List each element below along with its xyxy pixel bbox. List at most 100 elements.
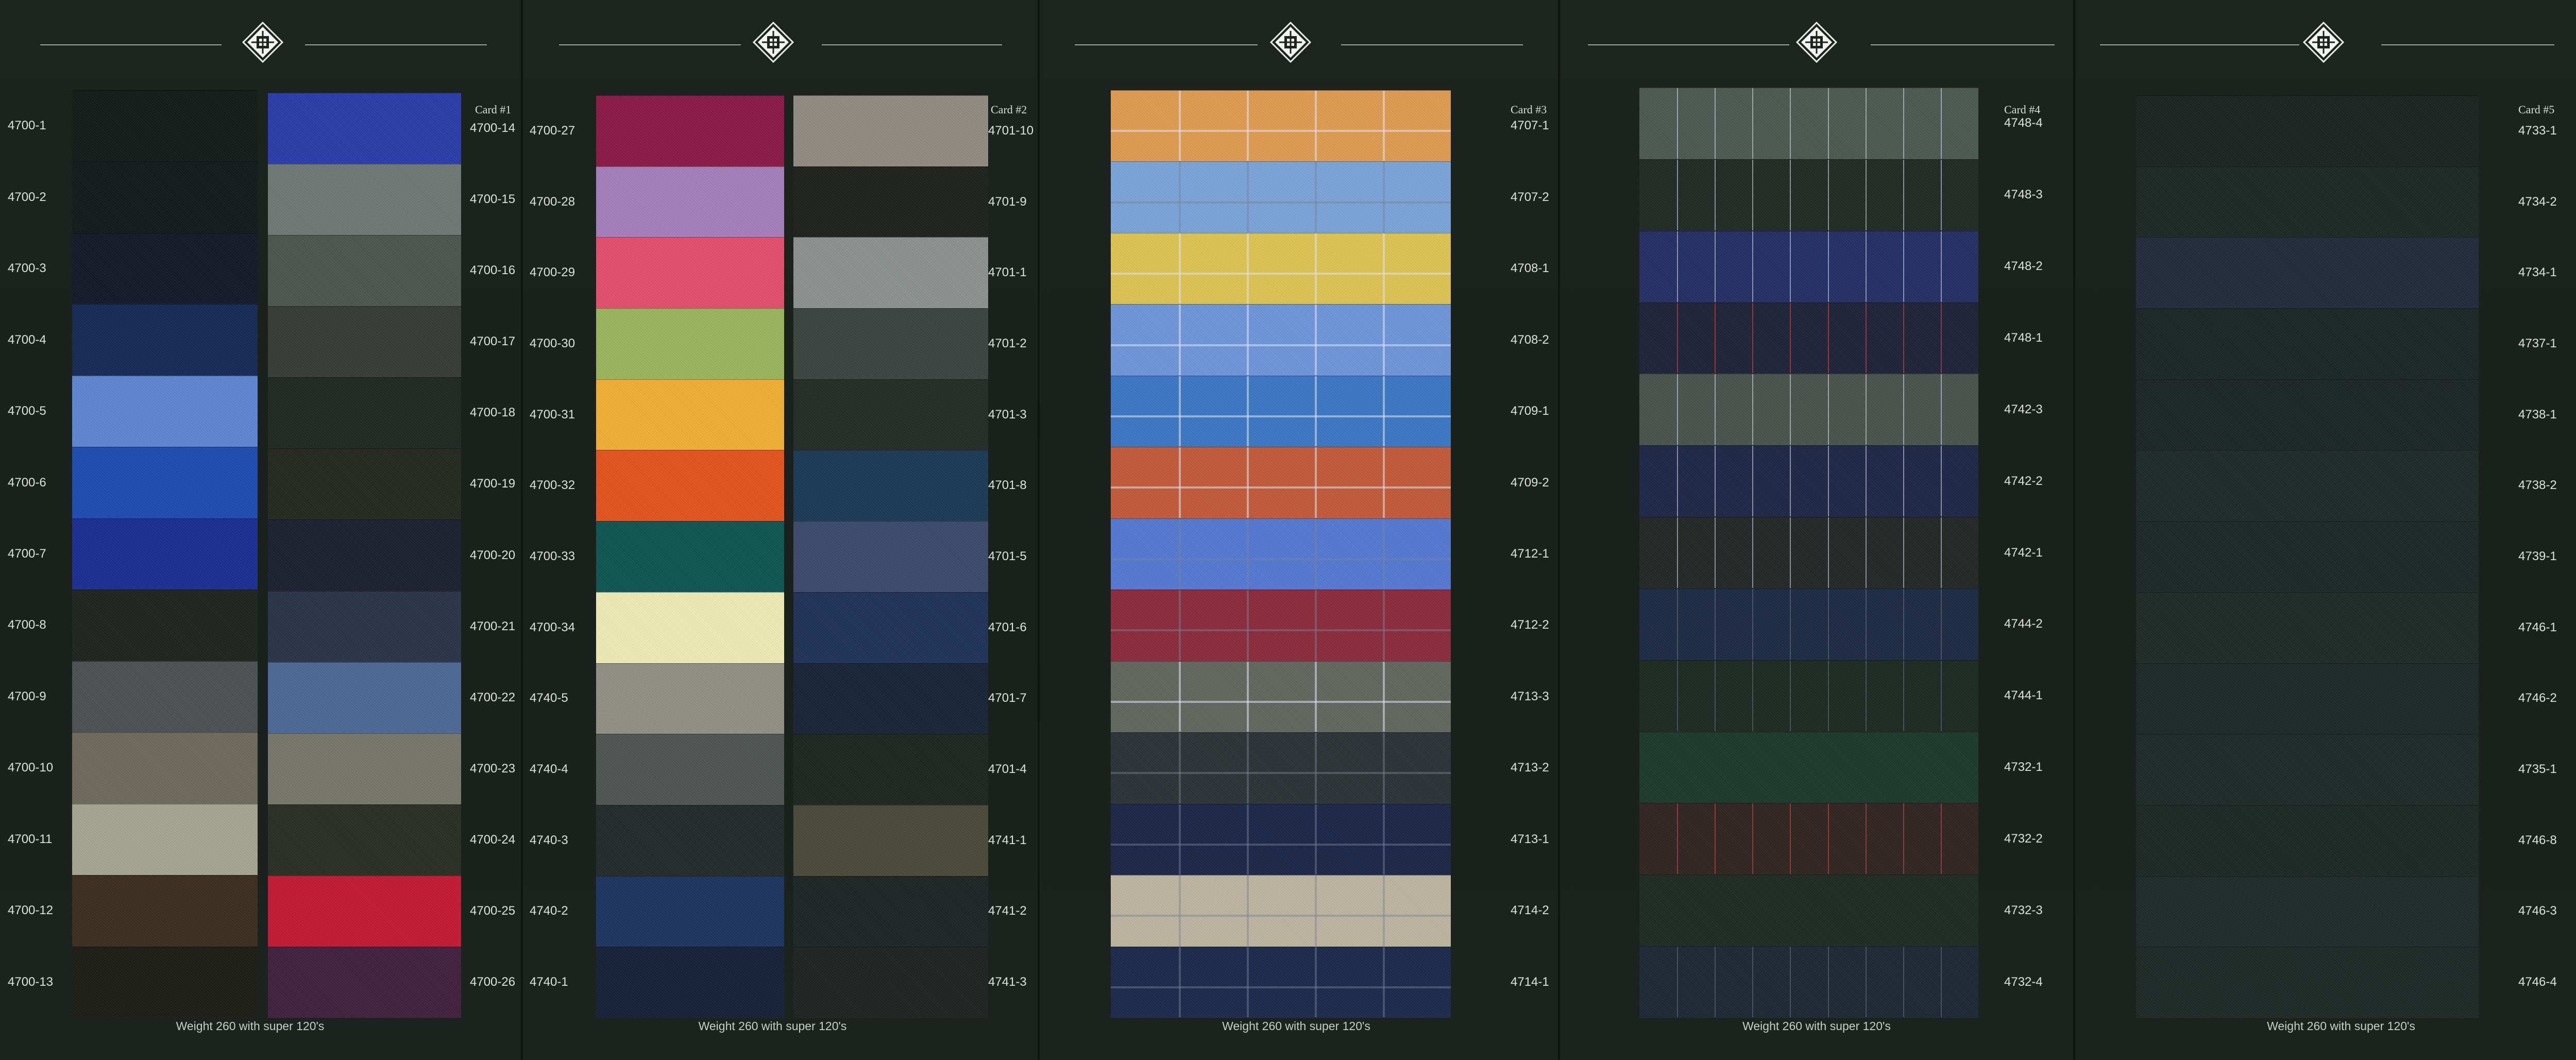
swatch-code-label: 4714-2: [1511, 903, 1549, 918]
swatch-code-label: 4700-4: [8, 332, 46, 347]
swatch-stripe: [1903, 660, 1904, 731]
fabric-swatch-4740-3: [596, 804, 784, 876]
swatch-stripe: [1865, 446, 1867, 517]
swatch-stripe: [1790, 159, 1791, 230]
swatch-code-label: 4700-14: [470, 121, 516, 136]
swatch-code-label: 4700-1: [8, 119, 46, 133]
swatch-code-label: 4700-18: [470, 406, 516, 420]
swatch-stripe: [1752, 446, 1754, 517]
fabric-swatch-4700-15: [268, 164, 461, 235]
swatch-stripe: [1247, 733, 1249, 803]
fabric-swatch-4700-26: [268, 946, 461, 1018]
swatch-stripe: [1315, 947, 1317, 1017]
swatch-stripe: [1940, 302, 1942, 374]
fabric-swatch-4709-2: [1111, 447, 1451, 518]
swatch-stripe: [1940, 660, 1942, 731]
swatch-stripe: [1111, 558, 1451, 560]
fabric-swatch-4700-16: [268, 235, 461, 307]
swatch-stripe: [1752, 588, 1754, 660]
swatch-stripe: [1383, 91, 1385, 161]
swatch-stripe: [1903, 88, 1904, 159]
swatch-code-label: 4700-20: [470, 548, 516, 562]
swatch-code-label: 4701-8: [988, 478, 1027, 493]
swatch-code-label: 4701-5: [988, 549, 1027, 563]
fabric-swatch-4700-7: [72, 518, 258, 590]
swatch-card-4: Card #4 4748-4 4748-3 4748-2 4748-1 4742-3 474…: [1560, 0, 2075, 1060]
swatch-stripe: [1715, 588, 1716, 660]
swatch-stripe: [1752, 660, 1754, 731]
swatch-code-label: 4700-6: [8, 475, 46, 490]
fabric-swatch-4746-4: [2136, 947, 2479, 1018]
swatch-stripe: [1790, 517, 1791, 588]
swatch-stripe: [1865, 588, 1867, 660]
fabric-swatch-4740-4: [596, 734, 784, 805]
swatch-stripe: [1865, 302, 1867, 374]
weight-footer-text: Weight 260 with super 120's: [1742, 1019, 1891, 1033]
swatch-stripe: [1715, 159, 1716, 230]
swatch-code-label: 4700-22: [470, 690, 516, 704]
swatch-code-label: 4746-4: [2518, 975, 2557, 989]
diamond-logo-icon: [752, 21, 794, 63]
swatch-code-label: 4741-2: [988, 904, 1027, 918]
fabric-swatch-4708-1: [1111, 232, 1451, 305]
fabric-swatch-4700-27: [596, 95, 784, 166]
weight-footer-text: Weight 260 with super 120's: [2267, 1019, 2415, 1033]
swatch-code-label: 4713-2: [1511, 761, 1549, 775]
swatch-stripe: [1247, 305, 1249, 375]
swatch-stripe: [1179, 91, 1181, 161]
swatch-stripe: [1940, 374, 1942, 445]
swatch-code-label: 4741-3: [988, 975, 1027, 989]
fabric-swatch-4709-1: [1111, 375, 1451, 447]
swatch-code-label: 4700-7: [8, 547, 46, 561]
fabric-swatch-4748-4: [1639, 88, 1978, 159]
fabric-swatch-4700-10: [72, 732, 258, 804]
swatch-stripe: [1940, 588, 1942, 660]
fabric-swatch-4737-1: [2136, 308, 2479, 379]
swatch-stripe: [1247, 876, 1249, 946]
swatch-code-label: 4700-16: [470, 263, 516, 278]
swatch-code-label: 4748-2: [2004, 259, 2043, 274]
fabric-swatch-4739-1: [2136, 521, 2479, 592]
fabric-swatch-4700-23: [268, 733, 461, 804]
fabric-swatch-4701-2: [793, 308, 988, 379]
swatch-stripe: [1383, 590, 1385, 661]
fabric-swatch-4701-8: [793, 450, 988, 521]
swatch-stripe: [1827, 660, 1829, 731]
swatch-stripe: [1790, 302, 1791, 374]
swatch-stripe: [1827, 588, 1829, 660]
swatch-stripe: [1827, 231, 1829, 302]
fabric-swatch-4732-2: [1639, 803, 1978, 875]
swatch-stripe: [1715, 947, 1716, 1017]
swatch-stripe: [1677, 446, 1679, 517]
swatch-stripe: [1179, 947, 1181, 1017]
swatch-stripe: [1715, 803, 1716, 874]
swatch-stripe: [1940, 446, 1942, 517]
swatch-code-label: 4700-33: [530, 549, 575, 563]
swatch-stripe: [1940, 159, 1942, 230]
fabric-swatch-4733-1: [2136, 95, 2479, 166]
fabric-swatch-4748-3: [1639, 159, 1978, 231]
fabric-swatch-4707-1: [1111, 90, 1451, 162]
swatch-stripe: [1940, 88, 1942, 159]
swatch-stripe: [1790, 88, 1791, 159]
swatch-stripe: [1827, 302, 1829, 374]
fabric-swatch-4700-13: [72, 946, 258, 1018]
fabric-swatch-4700-24: [268, 804, 461, 876]
swatch-stripe: [1383, 518, 1385, 590]
swatch-code-label: 4735-1: [2518, 762, 2557, 777]
fabric-swatch-4740-2: [596, 876, 784, 947]
fabric-swatch-4740-1: [596, 947, 784, 1018]
swatch-stripe: [1903, 517, 1904, 588]
swatch-stripe: [1111, 772, 1451, 775]
fabric-swatch-4714-2: [1111, 875, 1451, 947]
swatch-code-label: 4739-1: [2518, 549, 2557, 563]
swatch-code-label: 4738-2: [2518, 478, 2557, 493]
swatch-stripe: [1111, 843, 1451, 846]
fabric-swatch-4707-2: [1111, 161, 1451, 233]
swatch-stripe: [1383, 876, 1385, 946]
swatch-stripe: [1827, 88, 1829, 159]
fabric-swatch-4700-5: [72, 375, 258, 447]
swatch-stripe: [1383, 804, 1385, 875]
swatch-code-label: 4701-6: [988, 620, 1027, 634]
fabric-swatch-4735-1: [2136, 734, 2479, 805]
